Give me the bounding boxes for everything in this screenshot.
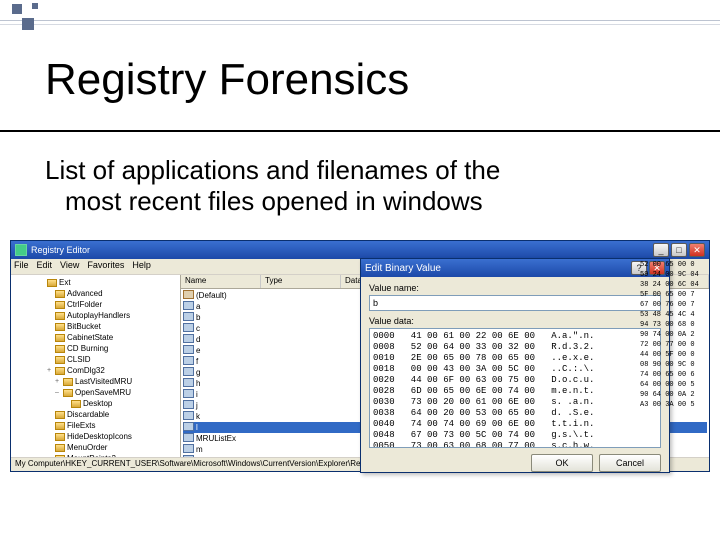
slide-divider (0, 130, 720, 132)
binary-icon (183, 378, 194, 387)
binary-icon (183, 455, 194, 457)
binary-icon (183, 389, 194, 398)
slide-subtitle-line1: List of applications and filenames of th… (45, 155, 500, 185)
binary-icon (183, 444, 194, 453)
key-tree[interactable]: ExtAdvancedCtrlFolderAutoplayHandlersBit… (11, 275, 181, 457)
data-column-peek: 52 00 65 00 059 24 00 9C 0438 24 00 6C 0… (640, 260, 710, 460)
data-cell: 52 00 65 00 0 (640, 260, 710, 270)
tree-node[interactable]: Discardable (13, 409, 178, 420)
data-cell: 90 64 00 0A 2 (640, 390, 710, 400)
tree-node[interactable]: FileExts (13, 420, 178, 431)
binary-icon (183, 422, 194, 431)
tree-node[interactable]: CD Burning (13, 343, 178, 354)
data-cell: 44 00 5F 00 0 (640, 350, 710, 360)
menu-file[interactable]: File (14, 260, 29, 273)
ok-button[interactable]: OK (531, 454, 593, 472)
data-cell: 59 24 00 9C 04 (640, 270, 710, 280)
tree-node[interactable]: Ext (13, 277, 178, 288)
data-cell: 72 00 77 00 0 (640, 340, 710, 350)
binary-icon (183, 400, 194, 409)
hex-editor[interactable]: 0000 41 00 61 00 22 00 6E 00 A.a.".n. 00… (369, 328, 661, 448)
menu-help[interactable]: Help (132, 260, 151, 273)
binary-icon (183, 367, 194, 376)
data-cell: 90 74 00 0A 2 (640, 330, 710, 340)
binary-icon (183, 323, 194, 332)
slide-decoration (0, 0, 720, 40)
binary-icon (183, 345, 194, 354)
data-cell: 5F 00 65 00 7 (640, 290, 710, 300)
tree-node[interactable]: Advanced (13, 288, 178, 299)
dialog-titlebar[interactable]: Edit Binary Value ? ✕ (361, 259, 669, 277)
data-cell: 67 00 76 00 7 (640, 300, 710, 310)
column-type[interactable]: Type (261, 275, 341, 288)
value-name-label: Value name: (369, 283, 661, 293)
string-icon (183, 290, 194, 299)
value-data-label: Value data: (369, 316, 661, 326)
data-cell: 74 00 65 00 6 (640, 370, 710, 380)
window-title: Registry Editor (31, 245, 90, 255)
binary-icon (183, 356, 194, 365)
maximize-button[interactable]: □ (671, 243, 687, 257)
binary-icon (183, 411, 194, 420)
column-name[interactable]: Name (181, 275, 261, 288)
tree-node[interactable]: –OpenSaveMRU (13, 387, 178, 398)
binary-icon (183, 312, 194, 321)
minimize-button[interactable]: _ (653, 243, 669, 257)
menu-edit[interactable]: Edit (37, 260, 53, 273)
regedit-icon (15, 244, 27, 256)
data-cell: 64 00 00 00 5 (640, 380, 710, 390)
edit-binary-dialog: Edit Binary Value ? ✕ Value name: Value … (360, 258, 670, 473)
tree-node[interactable]: MountPoints2 (13, 453, 178, 457)
tree-node[interactable]: CLSID (13, 354, 178, 365)
menu-view[interactable]: View (60, 260, 79, 273)
tree-node[interactable]: Desktop (13, 398, 178, 409)
tree-node[interactable]: BitBucket (13, 321, 178, 332)
slide-title: Registry Forensics (45, 55, 409, 105)
data-cell: 53 48 45 4C 4 (640, 310, 710, 320)
menu-favorites[interactable]: Favorites (87, 260, 124, 273)
dialog-title: Edit Binary Value (365, 263, 441, 274)
tree-node[interactable]: AutoplayHandlers (13, 310, 178, 321)
slide-subtitle: List of applications and filenames of th… (45, 155, 665, 217)
binary-icon (183, 433, 194, 442)
data-cell: 38 24 00 6C 04 (640, 280, 710, 290)
slide-subtitle-line2: most recent files opened in windows (45, 186, 665, 217)
data-cell: 94 73 00 68 0 (640, 320, 710, 330)
window-controls: _ □ ✕ (653, 243, 705, 257)
tree-node[interactable]: CtrlFolder (13, 299, 178, 310)
tree-node[interactable]: +ComDlg32 (13, 365, 178, 376)
value-name-input[interactable] (369, 295, 661, 311)
tree-node[interactable]: MenuOrder (13, 442, 178, 453)
binary-icon (183, 334, 194, 343)
tree-node[interactable]: HideDesktopIcons (13, 431, 178, 442)
window-titlebar[interactable]: Registry Editor _ □ ✕ (11, 241, 709, 259)
close-button[interactable]: ✕ (689, 243, 705, 257)
tree-node[interactable]: CabinetState (13, 332, 178, 343)
binary-icon (183, 301, 194, 310)
data-cell: A3 00 3A 00 5 (640, 400, 710, 410)
data-cell: 08 90 00 9C 0 (640, 360, 710, 370)
tree-node[interactable]: +LastVisitedMRU (13, 376, 178, 387)
